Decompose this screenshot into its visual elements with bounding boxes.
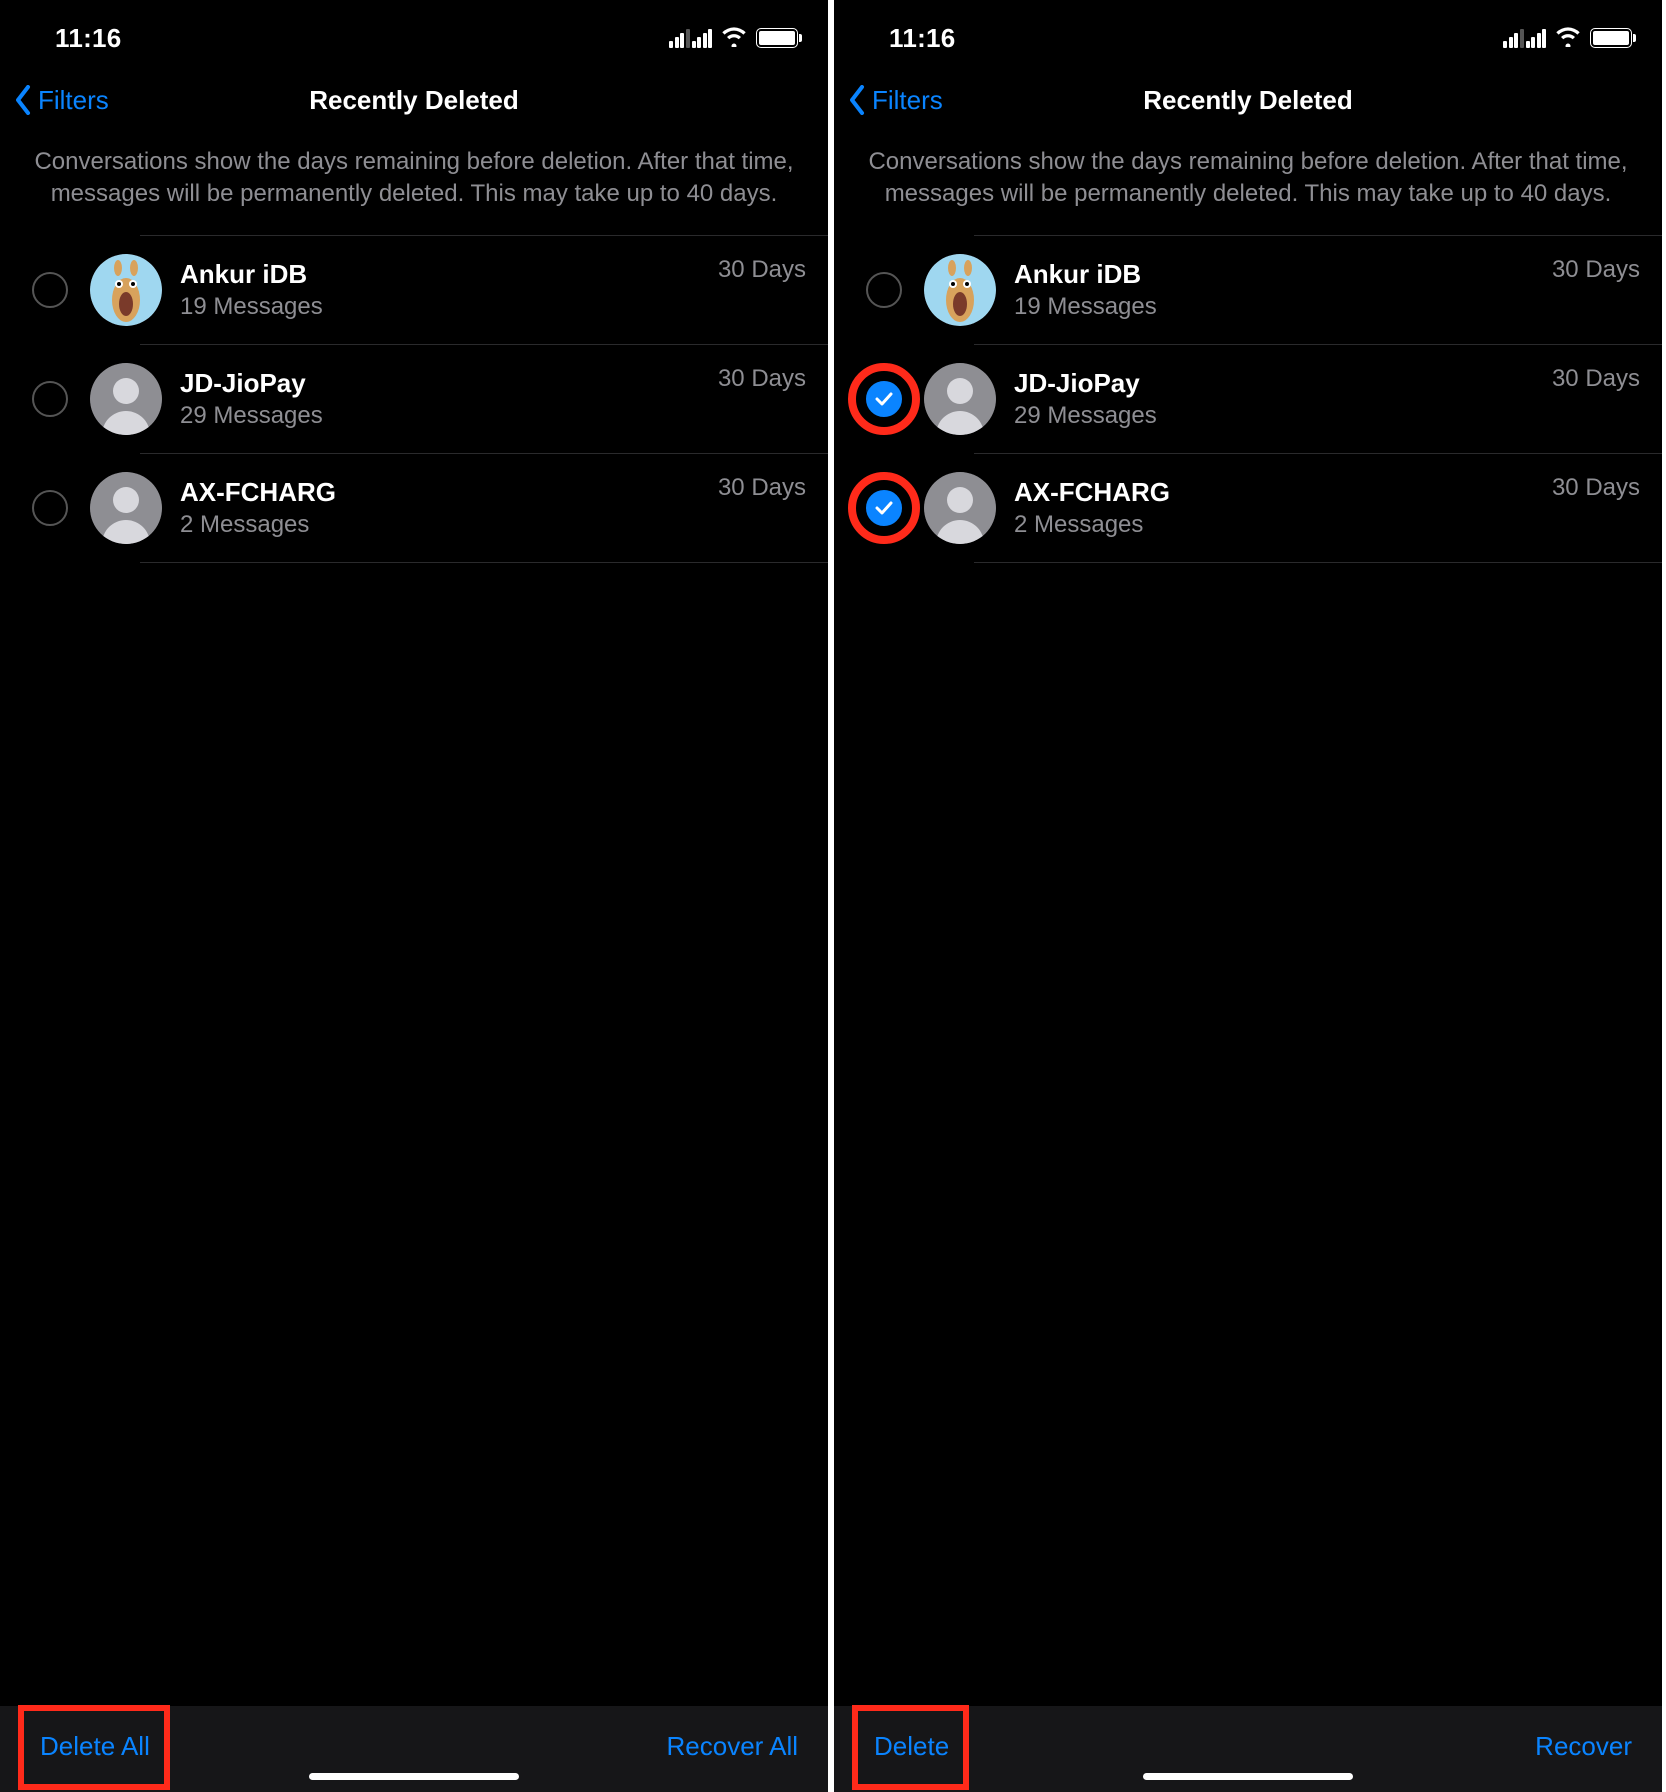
status-time: 11:16	[889, 23, 956, 54]
select-circle[interactable]	[866, 381, 902, 417]
message-count: 19 Messages	[180, 293, 718, 321]
avatar	[924, 363, 996, 435]
conversation-list: Ankur iDB 19 Messages 30 Days JD-JioPay …	[0, 235, 828, 1706]
contact-name: AX-FCHARG	[180, 477, 718, 508]
days-remaining: 30 Days	[1552, 365, 1640, 393]
battery-icon	[756, 28, 798, 48]
select-circle[interactable]	[866, 490, 902, 526]
phone-right: 11:16 Filters Recently Deleted Conversat…	[834, 0, 1662, 1792]
conversation-list: Ankur iDB 19 Messages 30 Days JD-JioPay …	[834, 235, 1662, 1706]
wifi-icon	[720, 25, 748, 52]
cellular-icon	[1503, 29, 1546, 48]
days-remaining: 30 Days	[1552, 474, 1640, 502]
recover-all-button[interactable]: Recover All	[667, 1731, 799, 1762]
nav-title: Recently Deleted	[309, 85, 519, 116]
status-time: 11:16	[55, 23, 122, 54]
phone-left: 11:16 Filters Recently Deleted Conversat…	[0, 0, 828, 1792]
avatar	[90, 254, 162, 326]
nav-bar: Filters Recently Deleted	[834, 68, 1662, 132]
contact-name: Ankur iDB	[1014, 259, 1552, 290]
status-bar: 11:16	[834, 0, 1662, 68]
checkmark-icon	[875, 392, 893, 406]
nav-bar: Filters Recently Deleted	[0, 68, 828, 132]
list-item[interactable]: AX-FCHARG 2 Messages 30 Days	[834, 454, 1662, 562]
status-bar: 11:16	[0, 0, 828, 68]
list-item[interactable]: AX-FCHARG 2 Messages 30 Days	[0, 454, 828, 562]
avatar	[924, 254, 996, 326]
select-circle[interactable]	[32, 272, 68, 308]
list-item[interactable]: Ankur iDB 19 Messages 30 Days	[834, 236, 1662, 344]
message-count: 19 Messages	[1014, 293, 1552, 321]
list-item[interactable]: Ankur iDB 19 Messages 30 Days	[0, 236, 828, 344]
days-remaining: 30 Days	[718, 365, 806, 393]
checkmark-icon	[875, 501, 893, 515]
select-circle[interactable]	[32, 490, 68, 526]
back-button[interactable]: Filters	[14, 85, 109, 116]
days-remaining: 30 Days	[718, 474, 806, 502]
back-label: Filters	[38, 85, 109, 116]
contact-name: AX-FCHARG	[1014, 477, 1552, 508]
contact-name: Ankur iDB	[180, 259, 718, 290]
status-icons	[1503, 25, 1632, 52]
avatar	[90, 363, 162, 435]
delete-button[interactable]: Delete	[874, 1731, 949, 1762]
avatar	[924, 472, 996, 544]
contact-name: JD-JioPay	[1014, 368, 1552, 399]
nav-title: Recently Deleted	[1143, 85, 1353, 116]
days-remaining: 30 Days	[1552, 256, 1640, 284]
cellular-icon	[669, 29, 712, 48]
home-indicator[interactable]	[1143, 1773, 1353, 1780]
avatar	[90, 472, 162, 544]
message-count: 29 Messages	[1014, 402, 1552, 430]
home-indicator[interactable]	[309, 1773, 519, 1780]
list-item[interactable]: JD-JioPay 29 Messages 30 Days	[834, 345, 1662, 453]
select-circle[interactable]	[32, 381, 68, 417]
battery-icon	[1590, 28, 1632, 48]
message-count: 29 Messages	[180, 402, 718, 430]
back-label: Filters	[872, 85, 943, 116]
chevron-back-icon	[14, 85, 32, 115]
back-button[interactable]: Filters	[848, 85, 943, 116]
status-icons	[669, 25, 798, 52]
info-text: Conversations show the days remaining be…	[0, 132, 828, 235]
info-text: Conversations show the days remaining be…	[834, 132, 1662, 235]
chevron-back-icon	[848, 85, 866, 115]
delete-all-button[interactable]: Delete All	[40, 1731, 150, 1762]
list-item[interactable]: JD-JioPay 29 Messages 30 Days	[0, 345, 828, 453]
contact-name: JD-JioPay	[180, 368, 718, 399]
message-count: 2 Messages	[180, 511, 718, 539]
days-remaining: 30 Days	[718, 256, 806, 284]
select-circle[interactable]	[866, 272, 902, 308]
wifi-icon	[1554, 25, 1582, 52]
recover-button[interactable]: Recover	[1535, 1731, 1632, 1762]
message-count: 2 Messages	[1014, 511, 1552, 539]
